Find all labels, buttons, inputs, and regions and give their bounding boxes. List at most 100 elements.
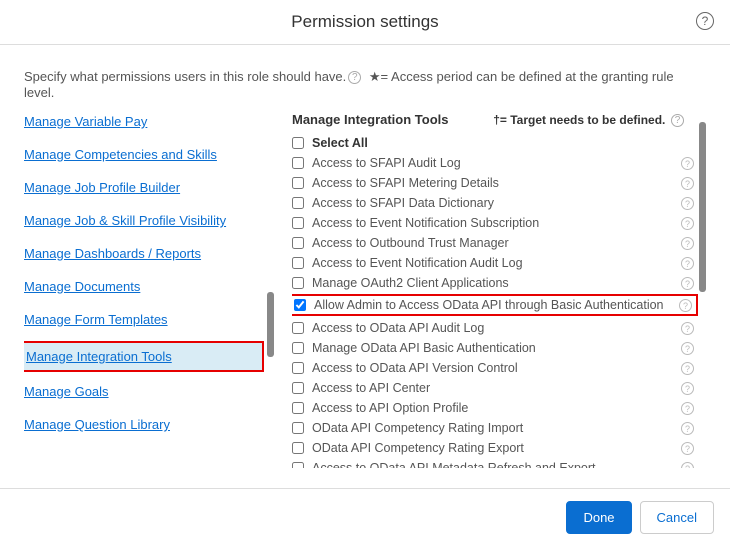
dialog-header: Permission settings ?	[0, 0, 730, 45]
right-panel: Manage Integration Tools †= Target needs…	[264, 112, 706, 480]
permission-row: OData API Competency Rating Export?	[292, 438, 694, 458]
info-icon[interactable]: ?	[681, 382, 694, 395]
done-button[interactable]: Done	[566, 501, 631, 534]
permission-row: Manage OData API Basic Authentication?	[292, 338, 694, 358]
permission-label: Access to OData API Version Control	[312, 361, 676, 375]
nav-item: Manage Variable Pay	[24, 112, 264, 131]
permission-row: Access to OData API Metadata Refresh and…	[292, 458, 694, 468]
permission-row: Access to SFAPI Data Dictionary?	[292, 193, 694, 213]
permission-row: Access to API Center?	[292, 378, 694, 398]
permission-checkbox[interactable]	[292, 217, 304, 229]
nav-link[interactable]: Manage Form Templates	[24, 310, 168, 329]
permission-checkbox[interactable]	[292, 177, 304, 189]
permission-label: Access to Outbound Trust Manager	[312, 236, 676, 250]
info-icon[interactable]: ?	[681, 462, 694, 469]
info-icon[interactable]: ?	[681, 362, 694, 375]
nav-link[interactable]: Manage Job & Skill Profile Visibility	[24, 211, 226, 230]
nav-link[interactable]: Manage Variable Pay	[24, 112, 147, 131]
nav-item: Manage Competencies and Skills	[24, 145, 264, 164]
permission-row: Allow Admin to Access OData API through …	[292, 294, 698, 316]
permission-label: OData API Competency Rating Import	[312, 421, 676, 435]
info-icon[interactable]: ?	[679, 299, 692, 312]
permission-checkbox[interactable]	[292, 422, 304, 434]
permission-checkbox[interactable]	[292, 382, 304, 394]
permission-checkbox[interactable]	[292, 362, 304, 374]
permission-checkbox[interactable]	[292, 342, 304, 354]
permission-checkbox[interactable]	[292, 322, 304, 334]
info-icon[interactable]: ?	[681, 422, 694, 435]
nav-link[interactable]: Manage Competencies and Skills	[24, 145, 217, 164]
nav-item: Manage Integration Tools	[24, 341, 264, 372]
permission-row: Access to Outbound Trust Manager?	[292, 233, 694, 253]
left-nav: Manage Variable Pay Manage Competencies a…	[24, 112, 264, 480]
info-icon[interactable]: ?	[681, 177, 694, 190]
nav-link[interactable]: Manage Integration Tools	[26, 347, 172, 366]
permission-row: OData API Competency Rating Import?	[292, 418, 694, 438]
help-icon[interactable]: ?	[348, 71, 361, 84]
permission-checkbox[interactable]	[292, 237, 304, 249]
permission-label: Manage OData API Basic Authentication	[312, 341, 676, 355]
info-icon[interactable]: ?	[681, 237, 694, 250]
permission-label: OData API Competency Rating Export	[312, 441, 676, 455]
permission-label: Allow Admin to Access OData API through …	[314, 298, 674, 312]
help-icon[interactable]: ?	[671, 114, 684, 127]
nav-link[interactable]: Manage Dashboards / Reports	[24, 244, 201, 263]
dialog-footer: Done Cancel	[0, 488, 730, 546]
permission-label: Manage OAuth2 Client Applications	[312, 276, 676, 290]
info-icon[interactable]: ?	[681, 442, 694, 455]
instruction-text: Specify what permissions users in this r…	[24, 69, 706, 100]
content-area: Specify what permissions users in this r…	[0, 45, 730, 488]
permission-checkbox[interactable]	[292, 402, 304, 414]
info-icon[interactable]: ?	[681, 277, 694, 290]
cancel-button[interactable]: Cancel	[640, 501, 714, 534]
scrollbar-thumb[interactable]	[699, 122, 706, 292]
permission-row: Access to OData API Version Control?	[292, 358, 694, 378]
info-icon[interactable]: ?	[681, 157, 694, 170]
select-all-checkbox[interactable]	[292, 137, 304, 149]
permission-label: Access to OData API Audit Log	[312, 321, 676, 335]
nav-item: Manage Goals	[24, 382, 264, 401]
nav-item: Manage Dashboards / Reports	[24, 244, 264, 263]
select-all-row: Select All	[292, 133, 694, 153]
select-all-label: Select All	[312, 136, 694, 150]
instruction-prefix: Specify what permissions users in this r…	[24, 69, 346, 84]
permission-row: Access to SFAPI Metering Details?	[292, 173, 694, 193]
nav-item: Manage Job & Skill Profile Visibility	[24, 211, 264, 230]
permission-label: Access to Event Notification Audit Log	[312, 256, 676, 270]
permission-checkbox[interactable]	[292, 197, 304, 209]
permission-row: Access to API Option Profile?	[292, 398, 694, 418]
permission-label: Access to SFAPI Audit Log	[312, 156, 676, 170]
nav-item: Manage Form Templates	[24, 310, 264, 329]
nav-item: Manage Documents	[24, 277, 264, 296]
info-icon[interactable]: ?	[681, 197, 694, 210]
right-header: Manage Integration Tools †= Target needs…	[292, 112, 706, 127]
info-icon[interactable]: ?	[681, 402, 694, 415]
nav-link[interactable]: Manage Question Library	[24, 415, 170, 434]
permission-checkbox[interactable]	[292, 257, 304, 269]
permission-label: Access to Event Notification Subscriptio…	[312, 216, 676, 230]
nav-item: Manage Question Library	[24, 415, 264, 434]
permission-row: Access to Event Notification Subscriptio…	[292, 213, 694, 233]
info-icon[interactable]: ?	[681, 217, 694, 230]
nav-link[interactable]: Manage Job Profile Builder	[24, 178, 180, 197]
info-icon[interactable]: ?	[681, 322, 694, 335]
permission-checkbox[interactable]	[292, 157, 304, 169]
permission-checkbox[interactable]	[292, 277, 304, 289]
permission-label: Access to OData API Metadata Refresh and…	[312, 461, 676, 468]
permission-checkbox[interactable]	[292, 462, 304, 468]
permission-label: Access to API Center	[312, 381, 676, 395]
help-icon[interactable]: ?	[696, 12, 714, 30]
target-note-wrap: †= Target needs to be defined. ?	[493, 112, 688, 127]
dialog-title: Permission settings	[291, 12, 438, 32]
info-icon[interactable]: ?	[681, 257, 694, 270]
permission-row: Access to Event Notification Audit Log?	[292, 253, 694, 273]
info-icon[interactable]: ?	[681, 342, 694, 355]
permission-row: Access to OData API Audit Log?	[292, 318, 694, 338]
permission-checkbox[interactable]	[294, 299, 306, 311]
permission-checkbox[interactable]	[292, 442, 304, 454]
target-note: †= Target needs to be defined.	[493, 113, 665, 127]
permission-row: Access to SFAPI Audit Log?	[292, 153, 694, 173]
nav-link[interactable]: Manage Documents	[24, 277, 140, 296]
permission-label: Access to API Option Profile	[312, 401, 676, 415]
nav-link[interactable]: Manage Goals	[24, 382, 109, 401]
